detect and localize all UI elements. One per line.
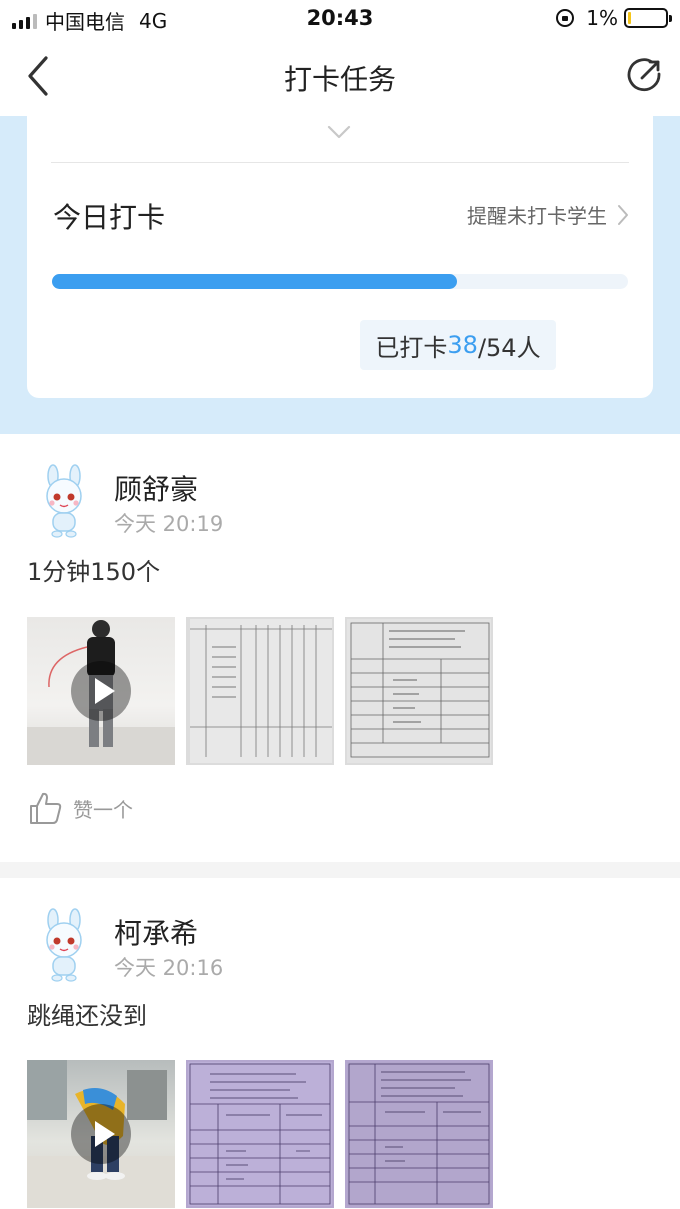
- battery-icon: [624, 8, 672, 28]
- post-text: 跳绳还没到: [27, 1002, 147, 1030]
- post-time: 今天 20:19: [114, 512, 224, 536]
- avatar[interactable]: [36, 464, 92, 538]
- remind-label: 提醒未打卡学生: [467, 204, 607, 228]
- checkin-summary-card: 今日打卡 提醒未打卡学生 已打卡 38 /54人: [27, 116, 653, 398]
- orientation-lock-icon: [556, 9, 575, 27]
- play-icon[interactable]: [71, 661, 131, 721]
- play-icon[interactable]: [71, 1104, 131, 1164]
- count-suffix: /54人: [477, 333, 541, 362]
- chevron-right-icon: [618, 204, 628, 225]
- image-thumbnail[interactable]: [345, 617, 493, 765]
- checkin-post: 顾舒豪 今天 20:19 1分钟150个 赞一个: [0, 434, 680, 862]
- video-thumbnail[interactable]: [27, 617, 175, 765]
- avatar[interactable]: [36, 908, 92, 982]
- share-button[interactable]: [622, 54, 666, 98]
- checkin-count-badge: 已打卡 38 /54人: [360, 320, 556, 370]
- worksheet-photo: [347, 619, 491, 763]
- checkin-progress-bar: [52, 274, 628, 289]
- status-bar: 中国电信 4G 20:43 1%: [0, 0, 680, 40]
- user-name: 柯承希: [114, 917, 199, 950]
- worksheet-photo: [188, 1062, 332, 1206]
- count-done: 38: [447, 331, 478, 359]
- worksheet-photo: [190, 619, 332, 763]
- progress-fill: [52, 274, 458, 289]
- remind-students-link[interactable]: 提醒未打卡学生: [467, 200, 629, 229]
- like-label: 赞一个: [73, 797, 133, 822]
- status-bar-right: 1%: [556, 6, 672, 30]
- battery-percent: 1%: [586, 6, 618, 30]
- image-thumbnail[interactable]: [186, 617, 334, 765]
- thumbs-up-icon: [30, 792, 62, 824]
- nav-bar: 打卡任务: [0, 40, 680, 116]
- like-button[interactable]: 赞一个: [27, 790, 133, 826]
- video-thumbnail[interactable]: [27, 1060, 175, 1208]
- summary-title: 今日打卡: [53, 201, 166, 234]
- count-prefix: 已打卡: [375, 333, 448, 362]
- page-title: 打卡任务: [283, 63, 396, 96]
- share-icon: [627, 58, 661, 92]
- image-thumbnail[interactable]: [345, 1060, 493, 1208]
- post-text: 1分钟150个: [27, 558, 161, 586]
- divider: [51, 162, 629, 163]
- checkin-post: 柯承希 今天 20:16 跳绳还没到: [0, 878, 680, 1209]
- worksheet-photo: [347, 1062, 491, 1206]
- summary-section: 今日打卡 提醒未打卡学生 已打卡 38 /54人: [0, 116, 680, 434]
- post-time: 今天 20:16: [114, 956, 224, 980]
- image-thumbnail[interactable]: [186, 1060, 334, 1208]
- user-name: 顾舒豪: [114, 473, 199, 506]
- chevron-down-icon[interactable]: [327, 124, 351, 140]
